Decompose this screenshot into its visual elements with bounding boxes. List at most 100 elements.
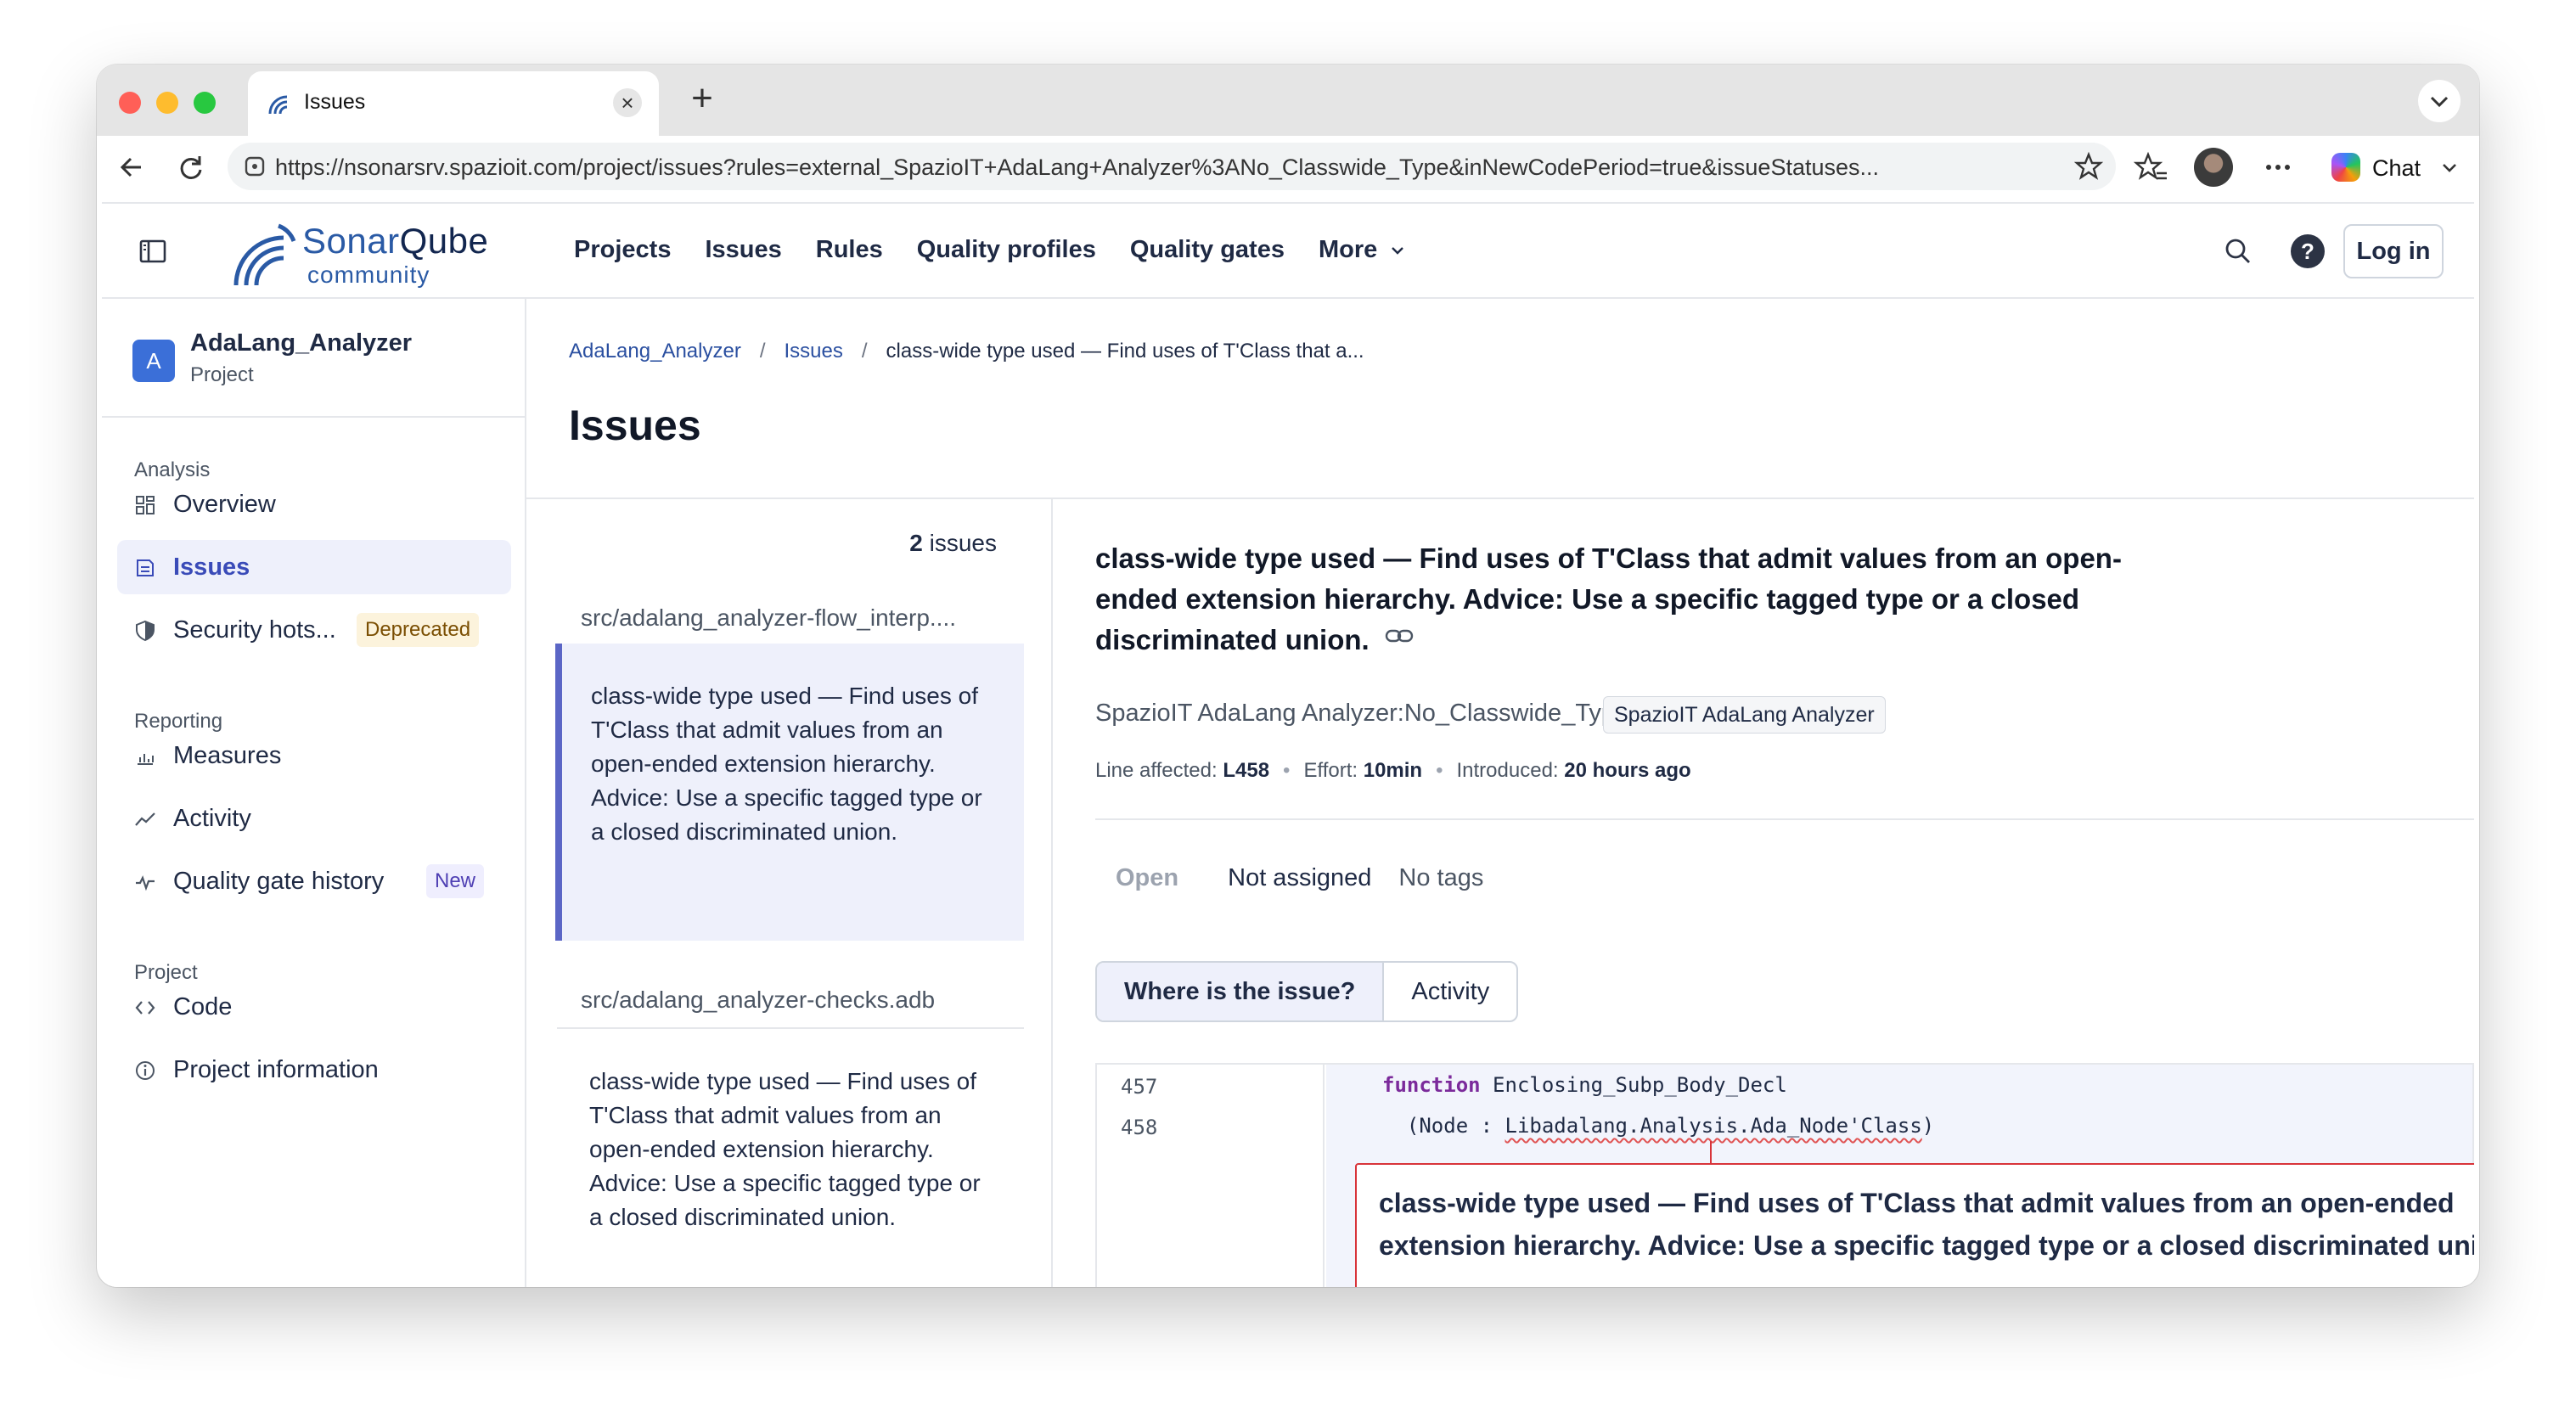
browser-tab-issues[interactable]: Issues × [248,71,659,136]
sidebar-item-label: Measures [173,742,282,769]
address-bar[interactable]: https://nsonarsrv.spazioit.com/project/i… [228,143,2116,190]
sonarqube-favicon-icon [268,95,288,115]
back-arrow-icon[interactable] [110,146,153,188]
project-name: AdaLang_Analyzer [190,329,413,357]
main-content: AdaLang_Analyzer / Issues / class-wide type … [526,299,2474,1287]
issue-status-row: Open Not assigned No tags [1095,864,1483,892]
pulse-icon [136,875,155,891]
line-affected-value: L458 [1223,759,1270,782]
issue-meta: Line affected: L458 • Effort: 10min • Introd… [1095,759,1691,783]
sidebar-item-label: Quality gate history [173,868,385,895]
dashboard-icon [136,496,155,514]
nav-more-label: More [1318,236,1378,263]
chat-label: Chat [2372,155,2421,181]
sidebar-item-security-hotspots[interactable]: Security hots... Deprecated [117,603,511,657]
line-number-gutter: 457 458 [1097,1065,1325,1287]
sidebar-item-label: Security hots... [173,616,336,644]
sidebar-item-issues[interactable]: Issues [117,540,511,594]
code-text: ) [1921,1114,1935,1138]
nav-rules[interactable]: Rules [816,236,883,264]
issue-count-number: 2 [909,530,923,556]
issue-count: 2 issues [909,530,997,557]
code-viewer: 457 458 function Enclosing_Subp_Body_Dec… [1095,1063,2474,1287]
nav-quality-gates[interactable]: Quality gates [1130,236,1285,264]
measures-icon [138,754,154,765]
code-line-457: function Enclosing_Subp_Body_Decl [1382,1073,1787,1097]
sonar-waves-icon [233,223,296,286]
more-options-icon[interactable] [2258,148,2298,187]
copilot-chat-button[interactable]: Chat [2321,144,2466,190]
info-icon [136,1061,155,1080]
issue-list: 2 issues src/adalang_analyzer-flow_inter… [526,499,1053,1287]
rule-key[interactable]: SpazioIT AdaLang Analyzer:No_Classwide_T… [1095,700,1628,728]
sidebar-item-project-information[interactable]: Project information [117,1043,511,1097]
chevron-down-icon [1392,246,1404,255]
nav-quality-profiles[interactable]: Quality profiles [917,236,1096,264]
sidebar-item-measures[interactable]: Measures [117,728,511,783]
code-brackets-icon [135,1001,155,1015]
logo-wordmark-qube: Qube [399,221,489,261]
nav-more[interactable]: More [1319,236,1408,264]
effort-value: 10min [1363,759,1423,782]
line-number: 458 [1121,1116,1158,1139]
help-icon[interactable]: ? [2291,234,2325,268]
profile-avatar[interactable] [2194,148,2233,187]
breadcrumb-project[interactable]: AdaLang_Analyzer [569,340,741,363]
tab-search-chevron-icon[interactable] [2418,80,2461,122]
tab-activity[interactable]: Activity [1382,963,1516,1020]
tags[interactable]: No tags [1398,864,1483,891]
close-tab-icon[interactable]: × [613,88,642,117]
sonarqube-logo[interactable]: SonarQube community [231,216,511,288]
permalink-icon[interactable] [1385,627,1414,644]
introduced-label: Introduced: [1456,759,1559,782]
logo-edition: community [307,261,430,288]
sidebar-item-code[interactable]: Code [117,980,511,1034]
code-keyword: function [1382,1073,1481,1097]
effort-label: Effort: [1303,759,1358,782]
new-tab-plus-icon[interactable]: + [683,80,722,119]
sonarqube-page: SonarQube community Projects Issues Rule… [102,202,2474,1287]
sidebar-toggle-icon[interactable] [136,234,170,268]
line-number: 457 [1121,1075,1158,1099]
search-icon[interactable] [2221,234,2255,268]
file-path: src/adalang_analyzer-checks.adb [581,987,936,1013]
tab-where-is-the-issue[interactable]: Where is the issue? [1097,963,1383,1020]
bookmark-star-icon[interactable] [2073,151,2104,182]
minimize-window-button[interactable] [156,92,178,114]
code-text: (Node : [1382,1114,1505,1138]
sidebar-item-label: Code [173,993,233,1020]
issue-title: class-wide type used — Find uses of T'Cl… [1095,538,2199,661]
nav-projects[interactable]: Projects [574,236,671,264]
breadcrumb-issues[interactable]: Issues [785,340,843,363]
nav-issues[interactable]: Issues [705,236,781,264]
breadcrumb-separator: / [861,340,868,363]
logo-wordmark: SonarQube [302,221,488,261]
shield-icon [136,620,155,642]
favorites-icon[interactable] [2131,148,2170,187]
close-window-button[interactable] [119,92,141,114]
log-in-button[interactable]: Log in [2343,224,2444,278]
site-info-icon[interactable] [243,155,267,178]
sidebar-item-activity[interactable]: Activity [117,791,511,846]
project-sidebar: A AdaLang_Analyzer Project Analysis Over… [102,299,526,1287]
file-path: src/adalang_analyzer-flow_interp.... [581,604,957,631]
issues-icon [137,559,154,576]
chevron-down-icon[interactable] [2437,155,2462,180]
zoom-window-button[interactable] [194,92,216,114]
details-divider [1095,818,2474,820]
reload-icon[interactable] [170,146,212,188]
status-open[interactable]: Open [1116,864,1178,891]
issue-details: class-wide type used — Find uses of T'Cl… [1053,499,2474,1287]
sidebar-item-quality-gate-history[interactable]: Quality gate history New [117,854,511,908]
browser-toolbar: https://nsonarsrv.spazioit.com/project/i… [97,136,2479,199]
breadcrumb-current: class-wide type used — Find uses of T'Cl… [886,340,1364,363]
breadcrumb-separator: / [759,340,766,363]
tab-title: Issues [304,90,366,114]
issue-list-item[interactable]: class-wide type used — Find uses of T'Cl… [555,1029,1024,1251]
rule-engine-tag: SpazioIT AdaLang Analyzer [1603,696,1886,734]
sidebar-item-overview[interactable]: Overview [117,477,511,531]
flagged-code[interactable]: Libadalang.Analysis.Ada_Node'Class [1505,1114,1922,1138]
assignee[interactable]: Not assigned [1228,864,1371,891]
sidebar-item-label: Project information [173,1056,379,1083]
issue-list-item-selected[interactable]: class-wide type used — Find uses of T'Cl… [555,644,1024,941]
